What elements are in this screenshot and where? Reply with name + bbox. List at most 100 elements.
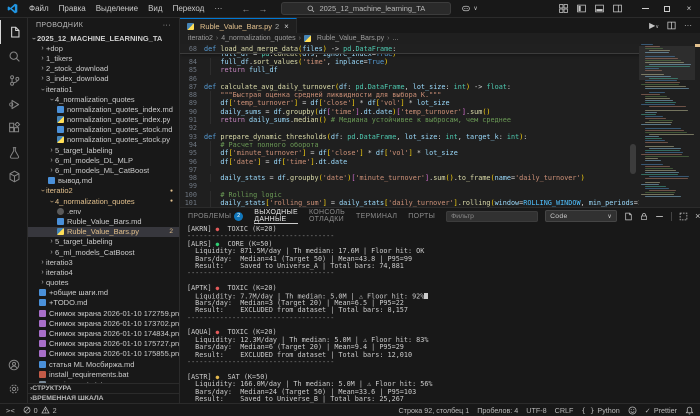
maximize-panel-icon[interactable] <box>679 212 688 221</box>
menu-вид[interactable]: Вид <box>143 0 167 17</box>
panel-tab-выходные-данные[interactable]: ВЫХОДНЫЕ ДАННЫЕ <box>254 208 298 224</box>
tree-file[interactable]: Снимок экрана 2026-01-10 174834.png <box>28 328 179 338</box>
tree-folder[interactable]: ›iteratio2● <box>28 186 179 196</box>
copilot-menu[interactable]: ∨ <box>461 4 477 13</box>
formatter-status[interactable]: ✓Prettier <box>641 406 681 415</box>
back-arrow-icon[interactable]: ← <box>241 4 250 14</box>
settings-gear-icon[interactable] <box>0 377 28 401</box>
notifications-bell-icon[interactable] <box>681 406 694 415</box>
tree-file[interactable]: normalization_quotes_index.md <box>28 104 179 114</box>
tree-file[interactable]: normalization_quotes_index.py <box>28 115 179 125</box>
encoding[interactable]: UTF-8 <box>522 406 550 415</box>
breadcrumb-item[interactable]: iteratio2 <box>188 35 213 42</box>
tree-file[interactable]: +TODO.md <box>28 298 179 308</box>
toggle-sidebar-icon[interactable] <box>577 4 586 13</box>
toggle-secondary-sidebar-icon[interactable] <box>613 4 622 13</box>
menu-[interactable]: ··· <box>209 0 227 17</box>
tree-file[interactable]: Ruble_Value_Bars.py2 <box>28 227 179 237</box>
panel-tab-консоль-отладки[interactable]: КОНСОЛЬ ОТЛАДКИ <box>309 208 345 224</box>
tree-folder[interactable]: ›4_normalization_quotes <box>28 94 179 104</box>
minimize-button[interactable] <box>634 0 656 17</box>
tree-folder[interactable]: ›iteratio1 <box>28 84 179 94</box>
remote-indicator[interactable]: >< <box>6 404 19 416</box>
tree-file[interactable]: Снимок экрана 2026-01-10 173702.png <box>28 318 179 328</box>
extensions-icon[interactable] <box>0 116 28 140</box>
maximize-button[interactable] <box>656 0 678 17</box>
tree-folder[interactable]: ›1_tikers <box>28 53 179 63</box>
explorer-more-actions-icon[interactable]: ··· <box>163 22 171 29</box>
tree-folder[interactable]: ›6_ml_models_ML_CatBoost <box>28 165 179 175</box>
tree-file[interactable]: Ruble_Value_Bars.md <box>28 216 179 226</box>
tree-item-label: 4_normalization_quotes <box>55 197 135 206</box>
tab-close-icon[interactable]: × <box>284 22 289 31</box>
menu-правка[interactable]: Правка <box>54 0 91 17</box>
tree-file[interactable]: normalization_quotes_stock.md <box>28 125 179 135</box>
tree-root-folder[interactable]: ›2025_12_MACHINE_LEARNING_TA <box>28 33 179 43</box>
close-button[interactable]: × <box>678 0 700 17</box>
split-editor-icon[interactable] <box>667 21 676 30</box>
tree-file[interactable]: статья ML Мосбиржа.md <box>28 359 179 369</box>
tree-file[interactable]: Снимок экрана 2026-01-10 172759.png <box>28 308 179 318</box>
tree-folder[interactable]: ›6_ml_models_CatBoost <box>28 247 179 257</box>
menu-переход[interactable]: Переход <box>168 0 210 17</box>
run-debug-icon[interactable] <box>0 92 28 116</box>
eol-sequence[interactable]: CRLF <box>551 406 578 415</box>
source-control-icon[interactable] <box>0 68 28 92</box>
panel-tab-порты[interactable]: ПОРТЫ <box>408 208 435 224</box>
panel-tab-терминал[interactable]: ТЕРМИНАЛ <box>356 208 397 224</box>
tree-folder[interactable]: ›quotes <box>28 278 179 288</box>
editor-more-actions-icon[interactable]: ··· <box>684 21 692 30</box>
indentation[interactable]: Пробелов: 4 <box>473 406 522 415</box>
tree-file[interactable]: +общие шаги.md <box>28 288 179 298</box>
clear-output-icon[interactable] <box>655 212 664 221</box>
tree-folder[interactable]: ›5_target_labeling <box>28 145 179 155</box>
tree-folder[interactable]: ›4_normalization_quotes● <box>28 196 179 206</box>
output-filter-input[interactable] <box>446 211 538 222</box>
tree-file[interactable]: normalization_quotes_stock.py <box>28 135 179 145</box>
toggle-panel-icon[interactable] <box>595 4 604 13</box>
explorer-icon[interactable] <box>0 20 28 44</box>
search-value: 2025_12_machine_learning_TA <box>319 4 425 13</box>
tree-item-label: Снимок экрана 2026-01-10 175727.png <box>49 339 179 348</box>
command-center-search[interactable]: 2025_12_machine_learning_TA <box>281 2 451 15</box>
tree-folder[interactable]: ›5_target_labeling <box>28 237 179 247</box>
run-python-button[interactable]: ▶∨ <box>649 21 659 30</box>
breadcrumb-item[interactable]: Ruble_Value_Bars.py <box>317 35 384 42</box>
panel-tab-проблемы[interactable]: ПРОБЛЕМЫ2 <box>188 208 243 224</box>
tree-folder[interactable]: ›iteratio3 <box>28 257 179 267</box>
tree-folder[interactable]: ›iteratio4 <box>28 267 179 277</box>
close-panel-icon[interactable]: × <box>695 211 700 221</box>
feedback-smiley-icon[interactable] <box>624 406 641 415</box>
tree-folder[interactable]: ›2_stock_download <box>28 64 179 74</box>
testing-icon[interactable] <box>0 140 28 164</box>
tree-folder[interactable]: ›6_ml_models_DL_MLP <box>28 155 179 165</box>
tree-file[interactable]: Снимок экрана 2026-01-10 175727.png <box>28 339 179 349</box>
language-mode[interactable]: { }Python <box>577 406 623 415</box>
lock-autoscroll-icon[interactable] <box>640 212 648 221</box>
tree-file[interactable]: Снимок экрана 2026-01-10 175855.png <box>28 349 179 359</box>
minimap[interactable] <box>639 44 695 207</box>
cursor-position[interactable]: Строка 92, столбец 1 <box>394 406 473 415</box>
menu-файл[interactable]: Файл <box>24 0 54 17</box>
open-output-in-editor-icon[interactable] <box>624 212 633 221</box>
search-icon[interactable] <box>0 44 28 68</box>
breadcrumb-item[interactable]: 4_normalization_quotes <box>221 35 295 42</box>
tree-file[interactable]: install_requirements.bat <box>28 369 179 379</box>
output-source-dropdown[interactable]: Code ∨ <box>545 210 617 222</box>
forward-arrow-icon[interactable]: → <box>258 4 267 14</box>
problems-status[interactable]: 0 2 <box>19 404 61 416</box>
code-editor[interactable]: 68def load_and_merge_data(files) -> pd.D… <box>180 44 700 208</box>
menu-выделение[interactable]: Выделение <box>91 0 143 17</box>
sidebar-section-структура[interactable]: ›СТРУКТУРА <box>28 383 179 393</box>
remote-icon[interactable] <box>0 164 28 188</box>
tab-ruble-value-bars[interactable]: Ruble_Value_Bars.py 2 × <box>180 18 297 33</box>
customize-layout-icon[interactable] <box>559 4 568 13</box>
sidebar-section-временная-шкала[interactable]: ›ВРЕМЕННАЯ ШКАЛА <box>28 393 179 403</box>
tree-file[interactable]: .env <box>28 206 179 216</box>
tree-folder[interactable]: ›3_index_download <box>28 74 179 84</box>
editor-scrollbar[interactable] <box>630 144 636 174</box>
breadcrumb-item[interactable]: ... <box>392 35 398 42</box>
account-icon[interactable] <box>0 353 28 377</box>
tree-file[interactable]: вывод.md <box>28 176 179 186</box>
tree-folder[interactable]: ›+dop <box>28 43 179 53</box>
